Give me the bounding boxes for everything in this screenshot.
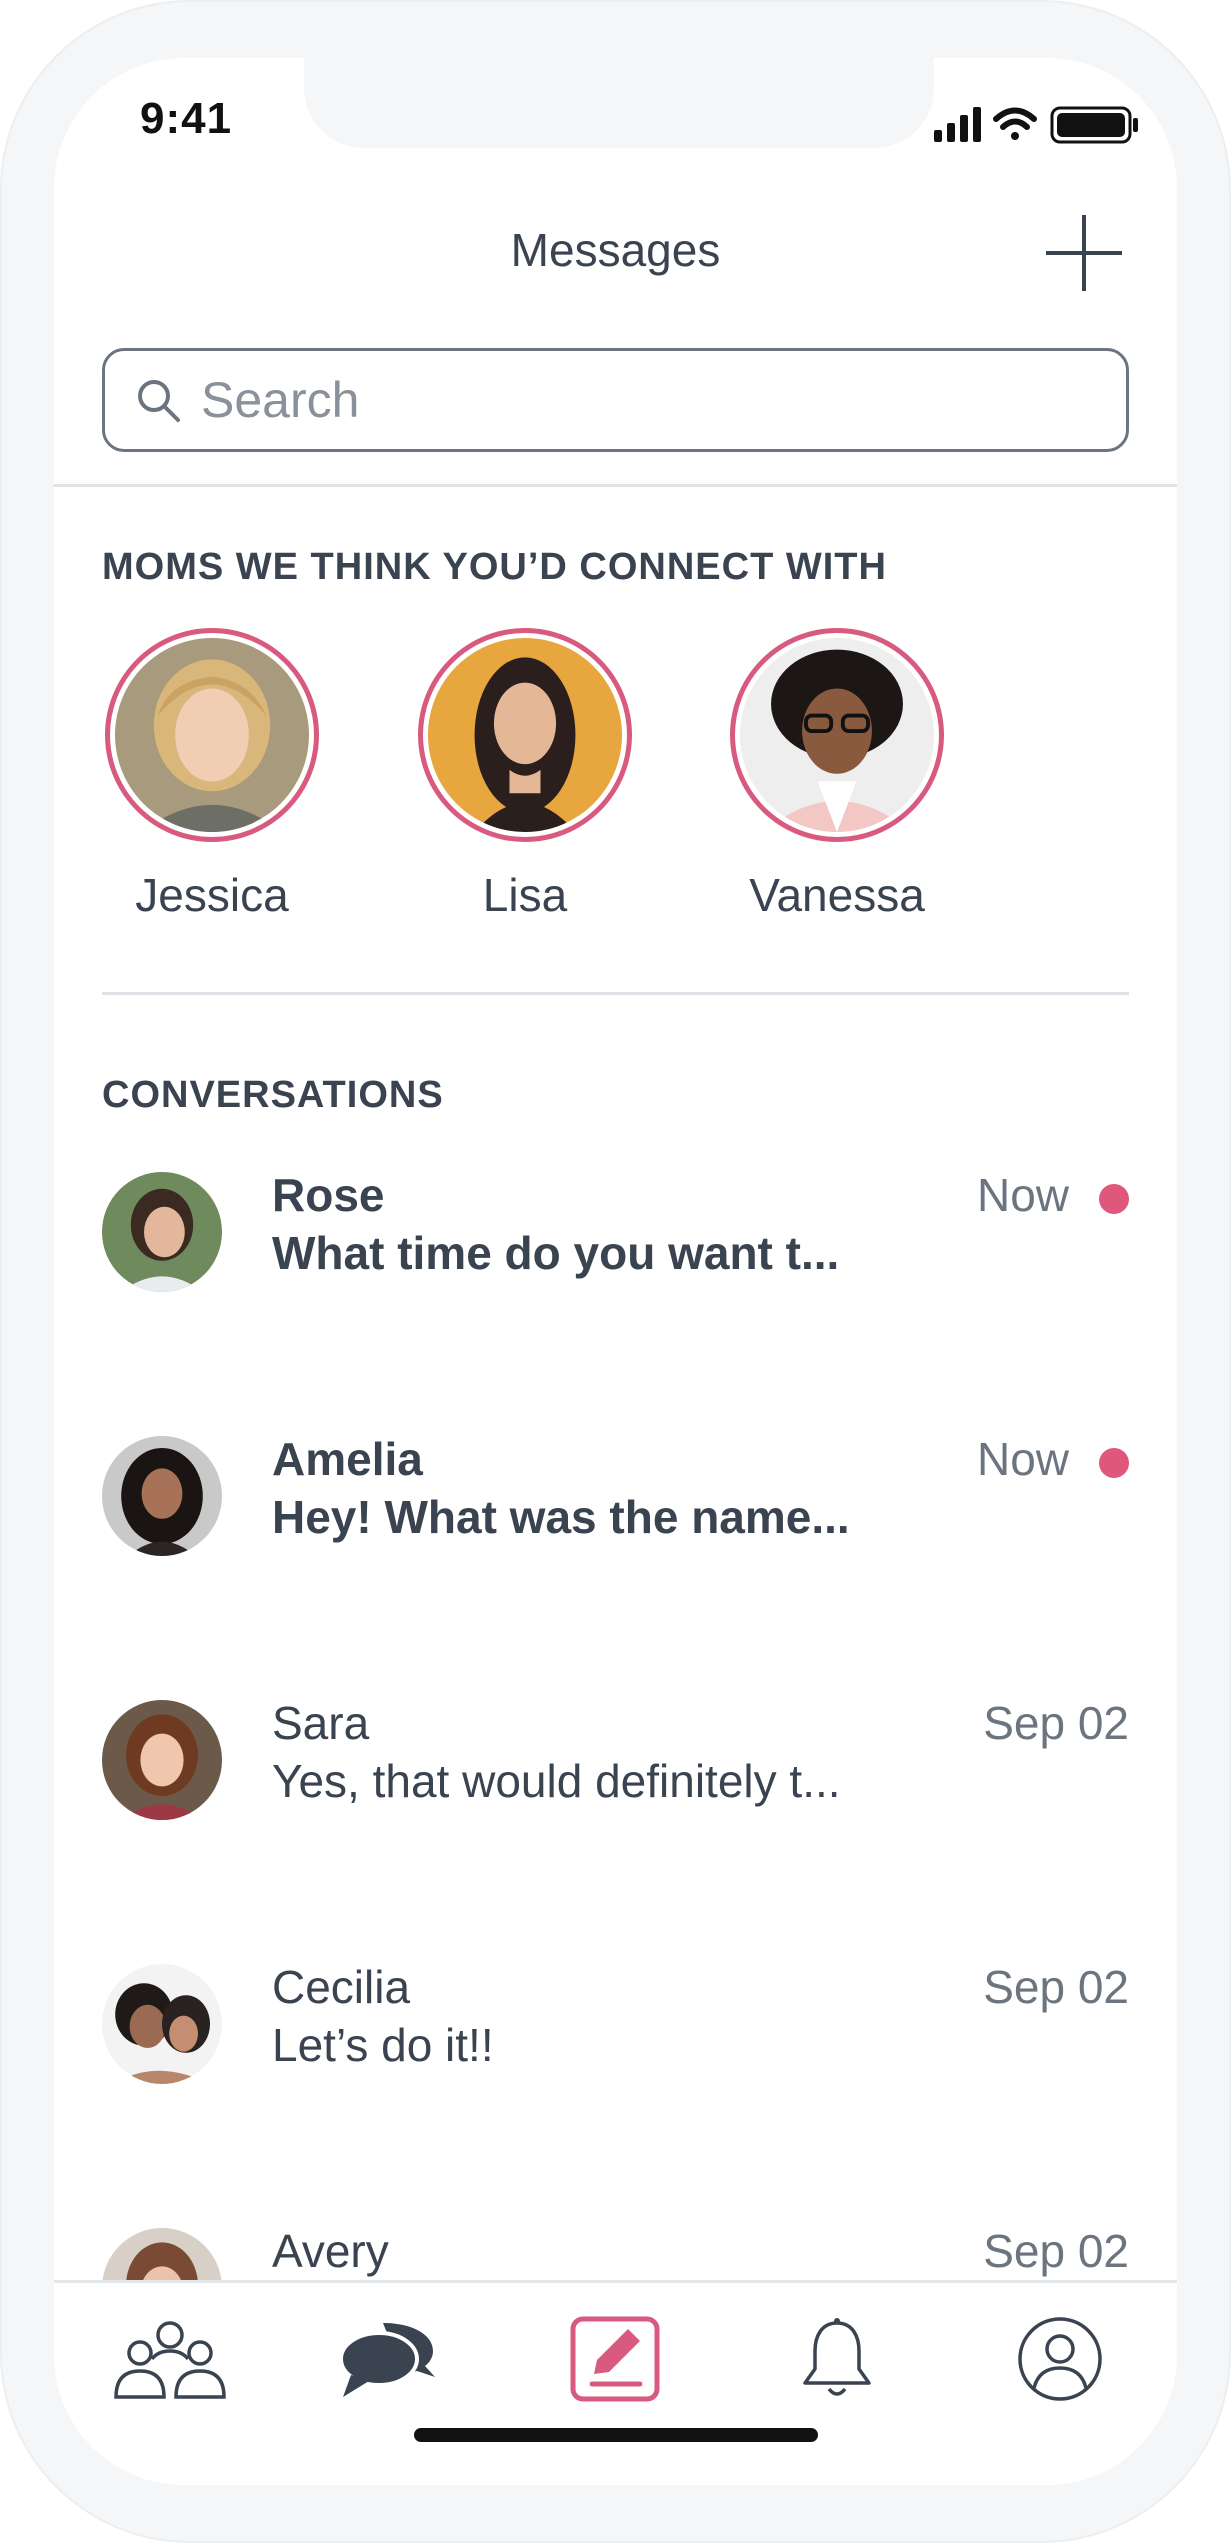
message-preview: Yes, that would definitely t...: [272, 1755, 841, 1807]
phone-frame: 9:41 Messages Search MOMS WE THINK YOU’D…: [0, 0, 1231, 2543]
bell-icon: [803, 2318, 871, 2396]
avatar: [102, 1436, 222, 1556]
profile-icon: [1018, 2317, 1102, 2401]
contact-name: Amelia: [272, 1433, 423, 1485]
suggestion-vanessa[interactable]: Vanessa: [727, 628, 947, 922]
avatar: [102, 1964, 222, 2084]
tab-notifications[interactable]: [772, 2309, 902, 2409]
search-bar[interactable]: [102, 348, 1129, 452]
plus-icon: [1046, 215, 1122, 291]
tab-bar: [54, 2280, 1177, 2485]
avatar-ring: [105, 628, 319, 842]
message-preview: Let’s do it!!: [272, 2019, 494, 2071]
wifi-icon: [993, 107, 1037, 140]
header-divider: [54, 484, 1177, 487]
suggestion-lisa[interactable]: Lisa: [415, 628, 635, 922]
avatar-ring: [730, 628, 944, 842]
compose-icon: [570, 2316, 660, 2402]
avatar: [115, 638, 309, 832]
conversation-amelia[interactable]: Amelia Hey! What was the name... Now: [102, 1432, 1129, 1572]
community-icon: [114, 2321, 226, 2399]
search-input[interactable]: [199, 370, 1083, 430]
message-time: Now: [976, 1169, 1069, 1221]
conversation-cecilia[interactable]: Cecilia Let’s do it!! Sep 02: [102, 1960, 1129, 2100]
battery-icon: [1050, 106, 1138, 144]
page-title: Messages: [510, 224, 721, 276]
tab-messages[interactable]: [327, 2309, 457, 2409]
conversations-title: CONVERSATIONS: [102, 1074, 444, 1116]
status-icons: [934, 106, 1138, 144]
suggestions-title: MOMS WE THINK YOU’D CONNECT WITH: [102, 546, 887, 588]
signal-icon: [934, 107, 981, 142]
avatar-ring: [418, 628, 632, 842]
message-time: Sep 02: [983, 1697, 1129, 1749]
avatar: [428, 638, 622, 832]
section-divider: [102, 992, 1129, 995]
device-notch: [304, 58, 934, 148]
home-indicator: [414, 2428, 818, 2442]
status-time: 9:41: [140, 94, 233, 143]
contact-name: Rose: [272, 1169, 385, 1221]
suggestion-name: Jessica: [135, 869, 289, 921]
chat-bubbles-icon: [339, 2323, 435, 2397]
new-message-plus-button[interactable]: [1044, 213, 1124, 293]
suggestion-name: Lisa: [482, 869, 568, 921]
contact-name: Sara: [272, 1697, 370, 1749]
unread-dot: [1099, 1184, 1129, 1214]
message-time: Sep 02: [983, 1961, 1129, 2013]
message-preview: What time do you want t...: [272, 1227, 840, 1279]
tab-community[interactable]: [105, 2309, 235, 2409]
tab-profile[interactable]: [995, 2309, 1125, 2409]
app-screen: 9:41 Messages Search MOMS WE THINK YOU’D…: [54, 58, 1177, 2485]
conversation-sara[interactable]: Sara Yes, that would definitely t... Sep…: [102, 1696, 1129, 1836]
tab-compose[interactable]: [550, 2309, 680, 2409]
message-preview: Hey! What was the name...: [272, 1491, 850, 1543]
suggestion-name: Vanessa: [749, 869, 925, 921]
contact-name: Cecilia: [272, 1961, 411, 2013]
avatar: [102, 1700, 222, 1820]
unread-dot: [1099, 1448, 1129, 1478]
avatar: [102, 1172, 222, 1292]
message-time: Now: [976, 1433, 1069, 1485]
contact-name: Avery: [272, 2225, 389, 2277]
message-time: Sep 02: [983, 2225, 1129, 2277]
avatar: [740, 638, 934, 832]
conversation-rose[interactable]: Rose What time do you want t... Now: [102, 1168, 1129, 1308]
suggestion-jessica[interactable]: Jessica: [102, 628, 322, 922]
search-icon: [138, 380, 180, 422]
